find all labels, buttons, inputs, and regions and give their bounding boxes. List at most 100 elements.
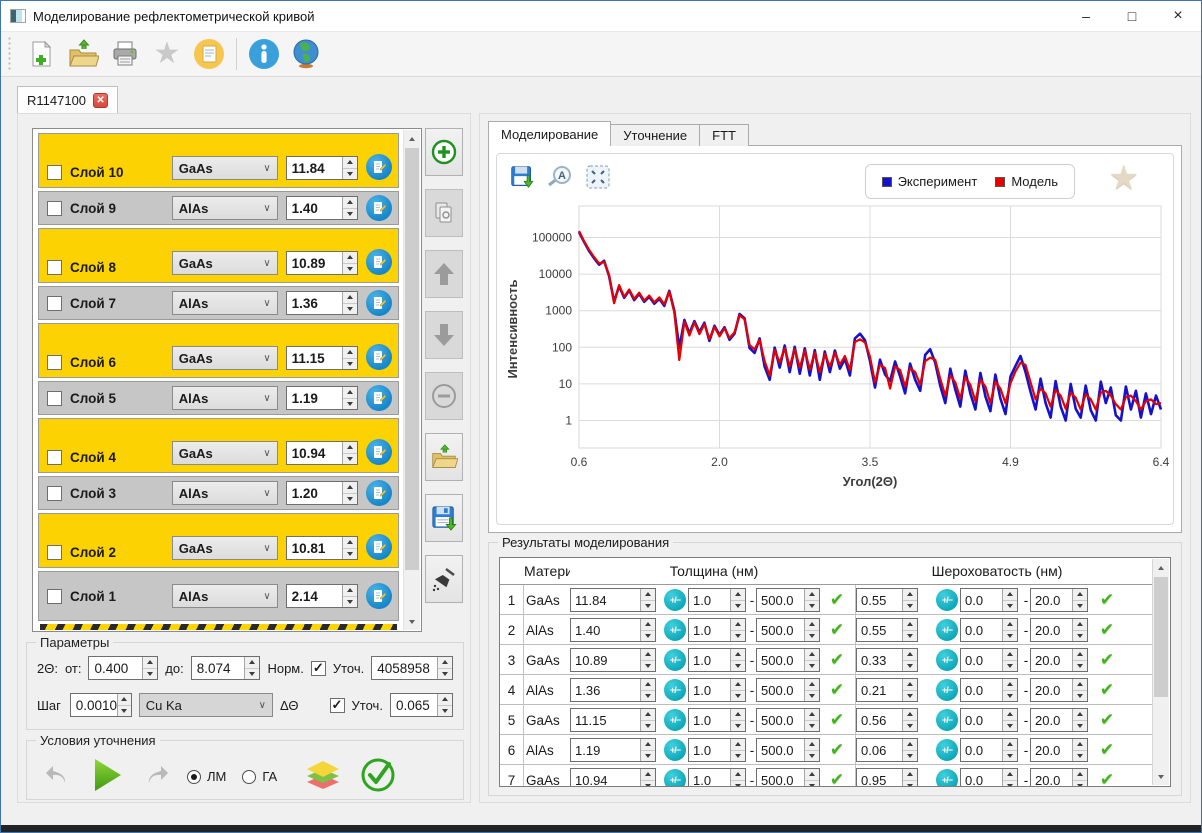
spinner-arrows[interactable] bbox=[804, 589, 819, 611]
move-layer-up-button[interactable] bbox=[425, 250, 463, 298]
thickness-min-spinner[interactable]: 1.0 bbox=[688, 648, 746, 672]
move-layer-down-button[interactable] bbox=[425, 311, 463, 359]
layer-material-select[interactable]: GaAs∨ bbox=[172, 346, 278, 370]
thickness-spinner[interactable]: 11.84 bbox=[570, 588, 656, 612]
plus-minus-button[interactable]: +/− bbox=[664, 619, 686, 641]
thickness-min-spinner[interactable]: 1.0 bbox=[688, 738, 746, 762]
layer-edit-button[interactable] bbox=[366, 480, 392, 506]
font-zoom-button[interactable]: A bbox=[547, 164, 573, 190]
layer-checkbox[interactable] bbox=[47, 296, 62, 311]
thickness-max-spinner[interactable]: 500.0 bbox=[756, 678, 820, 702]
plus-minus-button[interactable]: +/− bbox=[936, 679, 958, 701]
step-spinner[interactable]: 0.0010 bbox=[70, 693, 132, 717]
scroll-down-arrow[interactable] bbox=[1153, 768, 1169, 785]
notes-button[interactable] bbox=[192, 37, 226, 71]
thickness-min-spinner[interactable]: 1.0 bbox=[688, 768, 746, 786]
spinner-arrows[interactable] bbox=[640, 709, 655, 731]
spinner-arrows[interactable] bbox=[342, 482, 357, 504]
roughness-max-spinner[interactable]: 20.0 bbox=[1030, 708, 1088, 732]
layer-thickness-spinner[interactable]: 1.40 bbox=[286, 196, 358, 220]
favorite-chart-icon[interactable]: ★ bbox=[1109, 158, 1139, 198]
save-chart-button[interactable] bbox=[509, 164, 535, 190]
layer-edit-button[interactable] bbox=[366, 249, 392, 275]
layer-edit-button[interactable] bbox=[366, 385, 392, 411]
layer-edit-button[interactable] bbox=[366, 583, 392, 609]
layer-checkbox[interactable] bbox=[47, 589, 62, 604]
roughness-spinner[interactable]: 0.56 bbox=[856, 708, 918, 732]
layer-checkbox[interactable] bbox=[47, 260, 62, 275]
layer-material-select[interactable]: AlAs∨ bbox=[172, 481, 278, 505]
plus-minus-button[interactable]: +/− bbox=[664, 739, 686, 761]
thickness-max-spinner[interactable]: 500.0 bbox=[756, 618, 820, 642]
close-button[interactable]: × bbox=[1155, 1, 1201, 31]
layers-stack-button[interactable] bbox=[303, 757, 343, 796]
anode-select[interactable]: Cu Ka∨ bbox=[139, 693, 273, 717]
roughness-min-spinner[interactable]: 0.0 bbox=[960, 738, 1018, 762]
spinner-arrows[interactable] bbox=[730, 709, 745, 731]
spinner-arrows[interactable] bbox=[640, 769, 655, 786]
roughness-spinner[interactable]: 0.55 bbox=[856, 588, 918, 612]
toolbar-grip[interactable] bbox=[7, 36, 12, 72]
spinner-arrows[interactable] bbox=[902, 619, 917, 641]
thickness-min-spinner[interactable]: 1.0 bbox=[688, 708, 746, 732]
layer-edit-button[interactable] bbox=[366, 290, 392, 316]
layer-thickness-spinner[interactable]: 1.20 bbox=[286, 481, 358, 505]
spinner-arrows[interactable] bbox=[1002, 649, 1017, 671]
spinner-arrows[interactable] bbox=[1072, 589, 1087, 611]
layer-thickness-spinner[interactable]: 10.89 bbox=[286, 251, 358, 275]
roughness-min-spinner[interactable]: 0.0 bbox=[960, 768, 1018, 786]
run-refinement-button[interactable] bbox=[87, 755, 127, 798]
layer-material-select[interactable]: GaAs∨ bbox=[172, 156, 278, 180]
plus-minus-button[interactable]: +/− bbox=[936, 589, 958, 611]
scroll-thumb[interactable] bbox=[1154, 577, 1168, 697]
roughness-min-spinner[interactable]: 0.0 bbox=[960, 618, 1018, 642]
spinner-arrows[interactable] bbox=[1072, 769, 1087, 786]
roughness-max-spinner[interactable]: 20.0 bbox=[1030, 648, 1088, 672]
document-tab[interactable]: R1147100 ✕ bbox=[17, 86, 118, 113]
spinner-arrows[interactable] bbox=[1002, 709, 1017, 731]
spinner-arrows[interactable] bbox=[342, 157, 357, 179]
thickness-spinner[interactable]: 10.89 bbox=[570, 648, 656, 672]
spinner-arrows[interactable] bbox=[1002, 619, 1017, 641]
layer-edit-button[interactable] bbox=[366, 154, 392, 180]
spinner-arrows[interactable] bbox=[640, 589, 655, 611]
thickness-spinner[interactable]: 1.19 bbox=[570, 738, 656, 762]
layer-checkbox[interactable] bbox=[47, 391, 62, 406]
layer-checkbox[interactable] bbox=[47, 450, 62, 465]
spinner-arrows[interactable] bbox=[640, 679, 655, 701]
layer-edit-button[interactable] bbox=[366, 439, 392, 465]
layer-material-select[interactable]: AlAs∨ bbox=[172, 584, 278, 608]
spinner-arrows[interactable] bbox=[804, 619, 819, 641]
redo-button[interactable] bbox=[143, 763, 171, 790]
layer-material-select[interactable]: AlAs∨ bbox=[172, 291, 278, 315]
roughness-max-spinner[interactable]: 20.0 bbox=[1030, 588, 1088, 612]
from-spinner[interactable]: 0.400 bbox=[88, 656, 158, 680]
import-layers-button[interactable] bbox=[425, 433, 463, 481]
layer-material-select[interactable]: AlAs∨ bbox=[172, 196, 278, 220]
roughness-min-spinner[interactable]: 0.0 bbox=[960, 708, 1018, 732]
roughness-spinner[interactable]: 0.06 bbox=[856, 738, 918, 762]
layer-thickness-spinner[interactable]: 2.14 bbox=[286, 584, 358, 608]
plus-minus-button[interactable]: +/− bbox=[936, 709, 958, 731]
layer-checkbox[interactable] bbox=[47, 486, 62, 501]
lm-radio[interactable] bbox=[187, 770, 201, 784]
layer-checkbox[interactable] bbox=[47, 355, 62, 370]
roughness-spinner[interactable]: 0.95 bbox=[856, 768, 918, 786]
scroll-up-arrow[interactable] bbox=[1153, 559, 1169, 576]
spinner-arrows[interactable] bbox=[1072, 649, 1087, 671]
layer-thickness-spinner[interactable]: 11.15 bbox=[286, 346, 358, 370]
spinner-arrows[interactable] bbox=[342, 292, 357, 314]
plus-minus-button[interactable]: +/− bbox=[936, 619, 958, 641]
refine-delta-checkbox[interactable] bbox=[330, 698, 345, 713]
layer-list-scrollbar[interactable] bbox=[403, 130, 420, 630]
roughness-max-spinner[interactable]: 20.0 bbox=[1030, 738, 1088, 762]
roughness-min-spinner[interactable]: 0.0 bbox=[960, 678, 1018, 702]
thickness-spinner[interactable]: 1.40 bbox=[570, 618, 656, 642]
spinner-arrows[interactable] bbox=[342, 252, 357, 274]
layer-material-select[interactable]: AlAs∨ bbox=[172, 386, 278, 410]
plus-minus-button[interactable]: +/− bbox=[936, 649, 958, 671]
roughness-spinner[interactable]: 0.55 bbox=[856, 618, 918, 642]
thickness-max-spinner[interactable]: 500.0 bbox=[756, 708, 820, 732]
spinner-arrows[interactable] bbox=[640, 649, 655, 671]
layer-thickness-spinner[interactable]: 11.84 bbox=[286, 156, 358, 180]
